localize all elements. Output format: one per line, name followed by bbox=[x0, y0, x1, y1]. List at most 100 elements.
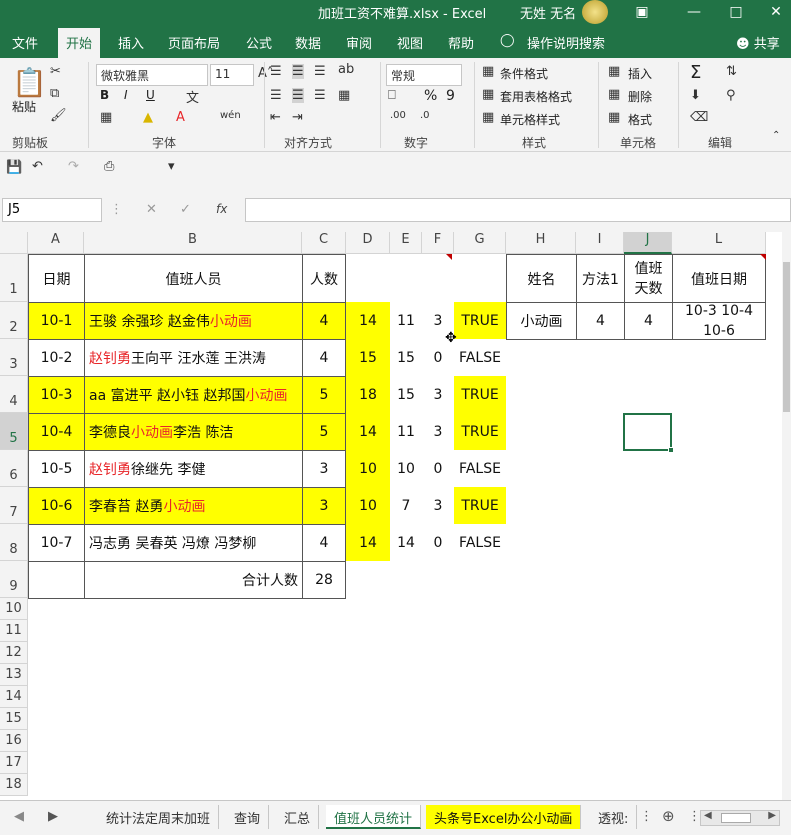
row-header[interactable]: 3 bbox=[0, 339, 28, 376]
sheet-tab[interactable]: 查询 bbox=[226, 805, 270, 829]
date-cell[interactable]: 10-2 bbox=[28, 339, 85, 377]
sort-filter-icon[interactable]: ⇅ bbox=[726, 64, 737, 79]
maximize-icon[interactable]: □ bbox=[726, 2, 746, 22]
format-cells-button[interactable]: 格式 bbox=[628, 111, 652, 128]
vertical-scrollbar[interactable] bbox=[782, 232, 791, 800]
column-header[interactable]: J bbox=[624, 232, 672, 254]
sheet-tab[interactable]: 头条号Excel办公小动画 bbox=[426, 805, 582, 829]
f-cell[interactable]: 3 bbox=[422, 376, 454, 413]
row-header[interactable]: 7 bbox=[0, 487, 28, 524]
count-cell[interactable]: 4 bbox=[302, 524, 346, 562]
increase-decimal-icon[interactable]: .00 bbox=[390, 110, 406, 121]
count-cell[interactable]: 3 bbox=[302, 450, 346, 488]
underline-button[interactable]: U bbox=[146, 88, 155, 102]
tab-page-layout[interactable]: 页面布局 bbox=[168, 33, 220, 52]
row-header[interactable]: 17 bbox=[0, 752, 28, 774]
header-date[interactable]: 日期 bbox=[28, 254, 85, 303]
select-all-corner[interactable] bbox=[0, 232, 28, 254]
row-header[interactable]: 11 bbox=[0, 620, 28, 642]
count-cell[interactable]: 4 bbox=[302, 302, 346, 340]
align-middle-icon[interactable]: ☰ bbox=[292, 64, 304, 79]
f-cell[interactable]: 3 bbox=[422, 413, 454, 450]
scroll-left-icon[interactable]: ◀ bbox=[14, 809, 24, 824]
total-empty-cell[interactable] bbox=[28, 561, 85, 599]
g-cell[interactable]: FALSE bbox=[454, 524, 506, 561]
total-label[interactable]: 合计人数 bbox=[84, 561, 303, 599]
tab-review[interactable]: 审阅 bbox=[346, 33, 372, 52]
date-cell[interactable]: 10-5 bbox=[28, 450, 85, 488]
d-cell[interactable]: 18 bbox=[346, 376, 390, 413]
staff-cell[interactable]: aa 富进平 赵小钰 赵邦国 小动画 bbox=[84, 376, 303, 414]
insert-function-button[interactable]: fx bbox=[216, 202, 227, 216]
row-header[interactable]: 14 bbox=[0, 686, 28, 708]
header-staff[interactable]: 值班人员 bbox=[84, 254, 303, 303]
d-cell[interactable]: 10 bbox=[346, 450, 390, 487]
undo-icon[interactable]: ↶ bbox=[32, 159, 43, 174]
d-cell[interactable]: 14 bbox=[346, 302, 390, 339]
lookup-name-value[interactable]: 小动画 bbox=[506, 302, 577, 340]
f-cell[interactable]: 0 bbox=[422, 450, 454, 487]
user-name[interactable]: 无姓 无名 bbox=[520, 3, 576, 22]
ribbon-display-icon[interactable]: ▣ bbox=[632, 2, 652, 22]
date-cell[interactable]: 10-6 bbox=[28, 487, 85, 525]
fill-handle[interactable] bbox=[668, 447, 674, 453]
d-cell[interactable]: 15 bbox=[346, 339, 390, 376]
date-cell[interactable]: 10-4 bbox=[28, 413, 85, 451]
align-left-icon[interactable]: ☰ bbox=[270, 88, 282, 103]
align-center-icon[interactable]: ☰ bbox=[292, 88, 304, 103]
staff-cell[interactable]: 王骏 余强珍 赵金伟 小动画 bbox=[84, 302, 303, 340]
merge-center-icon[interactable]: ▦ bbox=[338, 88, 350, 103]
g-cell[interactable]: TRUE bbox=[454, 413, 506, 450]
column-header[interactable]: I bbox=[576, 232, 624, 254]
staff-cell[interactable]: 冯志勇 吴春英 冯燎 冯梦柳 bbox=[84, 524, 303, 562]
e-cell[interactable]: 7 bbox=[390, 487, 422, 524]
scroll-right-icon[interactable]: ▶ bbox=[48, 809, 58, 824]
g-cell[interactable]: TRUE bbox=[454, 487, 506, 524]
count-cell[interactable]: 4 bbox=[302, 339, 346, 377]
staff-cell[interactable]: 赵钊勇 王向平 汪水莲 王洪涛 bbox=[84, 339, 303, 377]
staff-cell[interactable]: 李德良 小动画 李浩 陈洁 bbox=[84, 413, 303, 451]
row-header[interactable]: 8 bbox=[0, 524, 28, 561]
selected-cell-j5[interactable] bbox=[623, 413, 674, 453]
name-box[interactable]: J5 bbox=[2, 198, 102, 222]
collapse-ribbon-icon[interactable]: ⌃ bbox=[772, 130, 780, 141]
row-header[interactable]: 1 bbox=[0, 254, 28, 302]
minimize-icon[interactable]: — bbox=[684, 2, 704, 22]
delete-cells-button[interactable]: 删除 bbox=[628, 88, 652, 105]
save-icon[interactable]: 💾 bbox=[6, 160, 22, 175]
tab-formulas[interactable]: 公式 bbox=[246, 33, 272, 52]
date-cell[interactable]: 10-7 bbox=[28, 524, 85, 562]
column-header[interactable]: G bbox=[454, 232, 506, 254]
g-cell[interactable]: FALSE bbox=[454, 450, 506, 487]
bold-button[interactable]: B bbox=[100, 88, 109, 102]
f-cell[interactable]: 3 bbox=[422, 487, 454, 524]
sheet-tab-active[interactable]: 值班人员统计 bbox=[326, 805, 422, 829]
tell-me-search[interactable]: 操作说明搜索 bbox=[527, 33, 605, 52]
wen-icon[interactable]: wén bbox=[220, 110, 241, 121]
horizontal-scrollbar[interactable]: ◀ ▶ bbox=[700, 810, 780, 826]
row-header[interactable]: 13 bbox=[0, 664, 28, 686]
row-header[interactable]: 9 bbox=[0, 561, 28, 598]
staff-cell[interactable]: 李春苔 赵勇 小动画 bbox=[84, 487, 303, 525]
lookup-method-value[interactable]: 4 bbox=[576, 302, 625, 340]
sheet-tab[interactable]: 透视: bbox=[590, 805, 638, 829]
tab-view[interactable]: 视图 bbox=[397, 33, 423, 52]
decrease-decimal-icon[interactable]: .0 bbox=[420, 110, 430, 121]
font-size-select[interactable]: 11 bbox=[210, 64, 254, 86]
scroll-thumb[interactable] bbox=[783, 262, 790, 412]
align-top-icon[interactable]: ☰ bbox=[270, 64, 282, 79]
e-cell[interactable]: 15 bbox=[390, 339, 422, 376]
clear-icon[interactable]: ⌫ bbox=[690, 110, 708, 125]
phonetic-icon[interactable]: 文 bbox=[186, 87, 199, 106]
fill-color-icon[interactable]: ▲ bbox=[143, 110, 153, 125]
avatar[interactable] bbox=[582, 0, 608, 24]
cell-styles-button[interactable]: 单元格样式 bbox=[500, 111, 560, 128]
row-header[interactable]: 5 bbox=[0, 413, 28, 450]
hscroll-right-icon[interactable]: ▶ bbox=[768, 810, 776, 821]
d-cell[interactable]: 10 bbox=[346, 487, 390, 524]
conditional-format-button[interactable]: 条件格式 bbox=[500, 65, 548, 82]
lookup-dates-header[interactable]: 值班日期 bbox=[672, 254, 766, 303]
tab-data[interactable]: 数据 bbox=[295, 33, 321, 52]
increase-indent-icon[interactable]: ⇥ bbox=[292, 110, 303, 125]
g-cell[interactable]: TRUE bbox=[454, 302, 506, 339]
